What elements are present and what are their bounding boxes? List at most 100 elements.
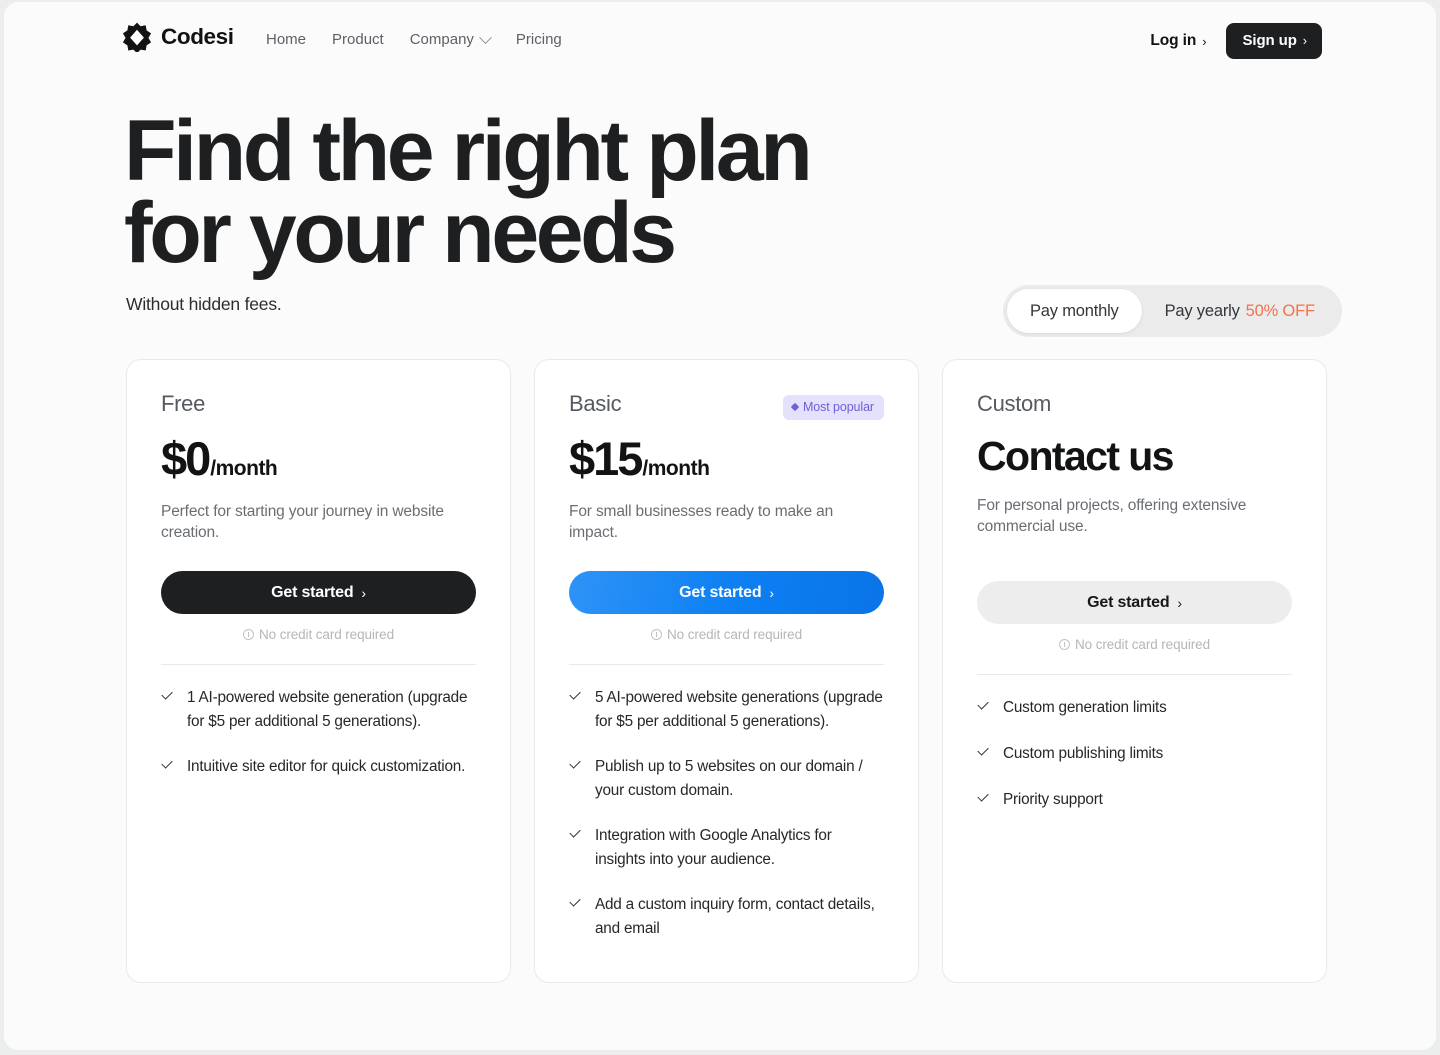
feature-item: Priority support [977, 788, 1292, 812]
nav-link-product[interactable]: Product [332, 30, 384, 50]
check-icon [569, 898, 582, 911]
toggle-pay-yearly-label: Pay yearly [1164, 301, 1240, 320]
get-started-button-custom[interactable]: Get started › [977, 581, 1292, 624]
feature-text: 5 AI-powered website generations (upgrad… [595, 689, 883, 730]
nav-actions: Log in › Sign up › [1150, 23, 1322, 59]
check-icon [569, 829, 582, 842]
plan-price-period: /month [642, 457, 710, 480]
card-header: Custom [977, 391, 1292, 419]
feature-item: 1 AI-powered website generation (upgrade… [161, 686, 476, 734]
page-subtitle: Without hidden fees. [126, 294, 282, 314]
plan-name: Free [161, 391, 206, 416]
get-started-button-free[interactable]: Get started › [161, 571, 476, 614]
toggle-pay-monthly-label: Pay monthly [1030, 301, 1119, 320]
no-credit-card-text: No credit card required [666, 627, 802, 642]
login-link[interactable]: Log in › [1150, 32, 1206, 50]
plan-features: Custom generation limits Custom publishi… [977, 696, 1292, 812]
nav-link-home[interactable]: Home [266, 30, 306, 50]
toggle-pay-monthly[interactable]: Pay monthly [1007, 289, 1142, 333]
toggle-pay-yearly[interactable]: Pay yearly 50% OFF [1142, 289, 1338, 333]
get-started-button-basic[interactable]: Get started › [569, 571, 884, 614]
feature-item: Intuitive site editor for quick customiz… [161, 755, 476, 779]
plan-price-amount: Contact us [977, 433, 1174, 479]
card-header: Free [161, 391, 476, 419]
nav-link-product-label: Product [332, 31, 384, 48]
pricing-card-custom: Custom Contact us For personal projects,… [942, 359, 1327, 983]
check-icon [977, 701, 990, 714]
plan-description: Perfect for starting your journey in web… [161, 503, 444, 541]
chevron-right-icon: › [1177, 594, 1182, 611]
check-icon [161, 760, 174, 773]
page-title-line-2: for your needs [124, 185, 677, 281]
feature-item: Add a custom inquiry form, contact detai… [569, 893, 884, 941]
pricing-card-basic: Basic Most popular $15 /month For small … [534, 359, 919, 983]
most-popular-badge-label: Most popular [802, 400, 874, 414]
plan-price-period: /month [210, 457, 278, 480]
no-credit-card-text: No credit card required [1074, 637, 1210, 652]
check-icon [569, 691, 582, 704]
diamond-icon [790, 402, 800, 412]
yearly-discount-badge: 50% OFF [1245, 301, 1315, 320]
nav-links: Home Product Company Pricing [266, 30, 562, 50]
card-divider [161, 664, 476, 665]
feature-text: Custom generation limits [1003, 699, 1167, 716]
feature-item: Integration with Google Analytics for in… [569, 824, 884, 872]
plan-description: For small businesses ready to make an im… [569, 503, 834, 541]
plan-description: For personal projects, offering extensiv… [977, 497, 1247, 535]
feature-text: Publish up to 5 websites on our domain /… [595, 758, 863, 799]
card-header: Basic Most popular [569, 391, 884, 420]
nav-link-pricing-label: Pricing [515, 31, 562, 48]
plan-name: Basic [569, 391, 622, 416]
main-navbar: Codesi Home Product Company Pricing Log … [4, 2, 1436, 78]
chevron-right-icon: › [361, 584, 366, 601]
plan-price: $15 /month [569, 433, 884, 485]
feature-item: Custom generation limits [977, 696, 1292, 720]
most-popular-badge: Most popular [782, 395, 884, 420]
brand-logo[interactable]: Codesi [122, 22, 234, 52]
plan-features: 5 AI-powered website generations (upgrad… [569, 686, 884, 941]
chevron-down-icon [479, 30, 492, 44]
info-icon [1058, 639, 1070, 650]
card-divider [569, 664, 884, 665]
nav-link-company-label: Company [409, 31, 474, 48]
no-credit-card-note: No credit card required [977, 637, 1292, 652]
feature-item: 5 AI-powered website generations (upgrad… [569, 686, 884, 734]
plan-features: 1 AI-powered website generation (upgrade… [161, 686, 476, 779]
chevron-right-icon: › [1202, 33, 1207, 49]
codesi-star-logo-icon [122, 22, 152, 52]
brand-name: Codesi [161, 24, 234, 49]
plan-price-amount: $15 [569, 432, 643, 485]
pricing-card-free: Free $0 /month Perfect for starting your… [126, 359, 511, 983]
page-title: Find the right plan for your needs [124, 108, 884, 276]
feature-text: Intuitive site editor for quick customiz… [187, 758, 466, 775]
cta-label: Get started [679, 583, 762, 601]
no-credit-card-note: No credit card required [569, 627, 884, 642]
chevron-right-icon: › [769, 584, 774, 601]
feature-text: Custom publishing limits [1003, 745, 1164, 762]
login-label: Log in [1150, 32, 1197, 49]
pricing-cards: Free $0 /month Perfect for starting your… [126, 359, 1327, 983]
plan-price: Contact us [977, 430, 1292, 482]
card-divider [977, 674, 1292, 675]
plan-price-amount: $0 [161, 432, 211, 485]
chevron-right-icon: › [1302, 33, 1307, 48]
no-credit-card-note: No credit card required [161, 627, 476, 642]
feature-text: Integration with Google Analytics for in… [595, 827, 832, 868]
feature-text: Priority support [1003, 791, 1103, 808]
no-credit-card-text: No credit card required [258, 627, 394, 642]
plan-price: $0 /month [161, 433, 476, 485]
info-icon [242, 629, 254, 640]
info-icon [650, 629, 662, 640]
signup-button[interactable]: Sign up › [1226, 23, 1322, 59]
signup-label: Sign up [1242, 32, 1297, 49]
feature-text: Add a custom inquiry form, contact detai… [595, 896, 875, 937]
cta-label: Get started [1087, 593, 1170, 611]
feature-item: Publish up to 5 websites on our domain /… [569, 755, 884, 803]
nav-link-company[interactable]: Company [409, 30, 492, 50]
feature-item: Custom publishing limits [977, 742, 1292, 766]
check-icon [977, 793, 990, 806]
billing-period-toggle[interactable]: Pay monthly Pay yearly 50% OFF [1003, 285, 1342, 337]
nav-link-home-label: Home [266, 31, 307, 48]
feature-text: 1 AI-powered website generation (upgrade… [187, 689, 468, 730]
nav-link-pricing[interactable]: Pricing [516, 30, 562, 50]
